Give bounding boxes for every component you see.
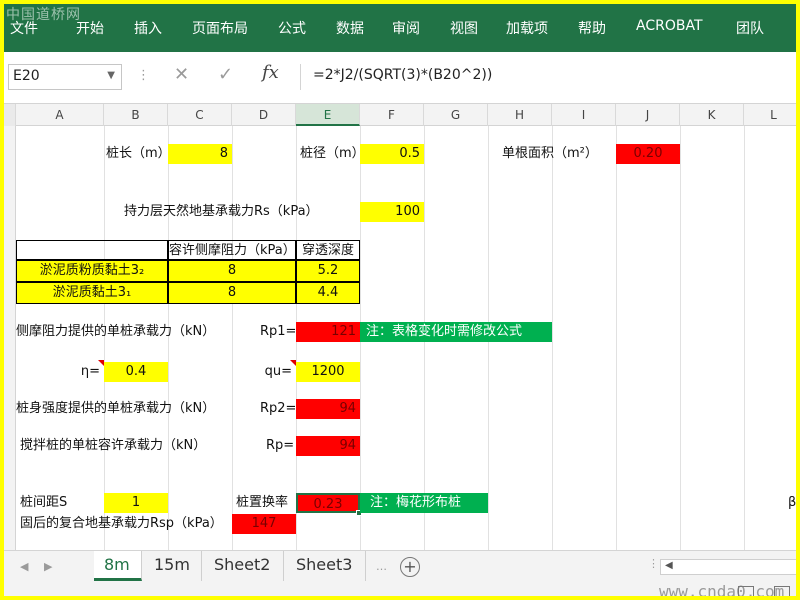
column-header-g[interactable]: G bbox=[424, 104, 488, 126]
sheet-tab-bar: ◀ ▶ 8m 15m Sheet2 Sheet3 … + ⋮ ◀ bbox=[4, 550, 796, 582]
add-sheet-button[interactable]: + bbox=[400, 557, 420, 577]
qu-value-cell[interactable]: 1200 bbox=[296, 362, 360, 382]
column-header: A B C D E F G H I J K L bbox=[4, 104, 796, 126]
rp2-description: 桩身强度提供的单桩承载力（kN） bbox=[16, 401, 216, 416]
rp-description: 搅拌桩的单桩容许承载力（kN） bbox=[20, 438, 207, 453]
normal-view-icon[interactable] bbox=[738, 586, 754, 596]
rsp-value-cell[interactable]: 147 bbox=[232, 514, 296, 534]
name-box[interactable]: E20 ▼ bbox=[8, 64, 122, 90]
page-layout-view-icon[interactable] bbox=[774, 586, 790, 596]
pile-diameter-label: 桩径（m） bbox=[300, 146, 365, 161]
bearing-rs-cell[interactable]: 100 bbox=[360, 202, 424, 222]
grid-line bbox=[232, 126, 233, 550]
bearing-rs-label: 持力层天然地基承载力Rs（kPa） bbox=[124, 204, 319, 219]
menu-team[interactable]: 团队 bbox=[736, 18, 764, 38]
soil1-friction-cell[interactable]: 8 bbox=[168, 260, 296, 282]
formula-bar-grip-icon: ⋮ bbox=[137, 68, 150, 83]
spacing-value-cell[interactable]: 1 bbox=[104, 493, 168, 513]
soil-table-corner[interactable] bbox=[16, 240, 168, 260]
note-table-change[interactable]: 注：表格变化时需修改公式 bbox=[360, 322, 552, 342]
sheet-tab-8m[interactable]: 8m bbox=[94, 551, 142, 581]
grid-line bbox=[616, 126, 617, 550]
menu-acrobat[interactable]: ACROBAT bbox=[636, 18, 703, 34]
splitter-grip-icon[interactable]: ⋮ bbox=[648, 557, 659, 570]
soil-friction-header[interactable]: 容许侧摩阻力（kPa） bbox=[168, 240, 296, 260]
tab-scroll-right-icon[interactable]: ▶ bbox=[44, 560, 52, 573]
scroll-left-icon[interactable]: ◀ bbox=[665, 560, 673, 571]
pile-diameter-cell[interactable]: 0.5 bbox=[360, 144, 424, 164]
menu-view[interactable]: 视图 bbox=[450, 18, 478, 38]
excel-window: 中国道桥网 文件 开始 插入 页面布局 公式 数据 审阅 视图 加载项 帮助 A… bbox=[0, 0, 800, 600]
select-all-corner[interactable] bbox=[4, 104, 16, 126]
note-plum-layout[interactable]: 注：梅花形布桩 bbox=[360, 493, 488, 513]
formula-input[interactable]: =2*J2/(SQRT(3)*(B20^2)) bbox=[300, 64, 796, 90]
sheet-tab-sheet3[interactable]: Sheet3 bbox=[286, 551, 366, 581]
insert-function-icon[interactable]: fx bbox=[262, 62, 279, 83]
eta-label: η= bbox=[80, 364, 100, 379]
single-area-cell[interactable]: 0.20 bbox=[616, 144, 680, 164]
rp2-value-cell[interactable]: 94 bbox=[296, 399, 360, 419]
rp-value-cell[interactable]: 94 bbox=[296, 436, 360, 456]
replacement-rate-cell[interactable]: 0.23 bbox=[296, 493, 360, 513]
column-header-d[interactable]: D bbox=[232, 104, 296, 126]
column-header-b[interactable]: B bbox=[104, 104, 168, 126]
soil2-name-cell[interactable]: 淤泥质黏土3₁ bbox=[16, 282, 168, 304]
single-area-label: 单根面积（m²） bbox=[502, 146, 598, 161]
soil1-depth-cell[interactable]: 5.2 bbox=[296, 260, 360, 282]
rp1-label: Rp1= bbox=[260, 324, 297, 339]
column-header-i[interactable]: I bbox=[552, 104, 616, 126]
column-header-h[interactable]: H bbox=[488, 104, 552, 126]
enter-check-icon[interactable]: ✓ bbox=[218, 64, 233, 85]
site-watermark: www.cnda0.com bbox=[659, 582, 785, 600]
cancel-icon[interactable]: ✕ bbox=[174, 64, 189, 85]
column-header-j[interactable]: J bbox=[616, 104, 680, 126]
menu-data[interactable]: 数据 bbox=[336, 18, 364, 38]
chevron-down-icon[interactable]: ▼ bbox=[107, 70, 115, 81]
rp1-value-cell[interactable]: 121 bbox=[296, 322, 360, 342]
soil1-name-cell[interactable]: 淤泥质粉质黏土3₂ bbox=[16, 260, 168, 282]
column-header-c[interactable]: C bbox=[168, 104, 232, 126]
column-header-a[interactable]: A bbox=[16, 104, 104, 126]
grid-line bbox=[552, 126, 553, 550]
grid-line bbox=[744, 126, 745, 550]
menu-help[interactable]: 帮助 bbox=[578, 18, 606, 38]
formula-bar: E20 ▼ ⋮ ✕ ✓ fx =2*J2/(SQRT(3)*(B20^2)) bbox=[4, 52, 796, 104]
soil-depth-header[interactable]: 穿透深度 bbox=[296, 240, 360, 260]
status-bar: www.cnda0.com bbox=[4, 582, 796, 600]
replacement-rate-label: 桩置换率 bbox=[236, 495, 289, 510]
menu-formulas[interactable]: 公式 bbox=[278, 18, 306, 38]
column-header-k[interactable]: K bbox=[680, 104, 744, 126]
menu-insert[interactable]: 插入 bbox=[134, 18, 162, 38]
more-sheets-icon[interactable]: … bbox=[376, 560, 387, 573]
spacing-label: 桩间距S bbox=[20, 495, 68, 510]
sheet-tab-15m[interactable]: 15m bbox=[144, 551, 202, 581]
ribbon-tabs: 中国道桥网 文件 开始 插入 页面布局 公式 数据 审阅 视图 加载项 帮助 A… bbox=[4, 4, 796, 52]
soil2-depth-cell[interactable]: 4.4 bbox=[296, 282, 360, 304]
row-header-strip[interactable] bbox=[4, 126, 16, 550]
pile-length-cell[interactable]: 8 bbox=[168, 144, 232, 164]
rp-label: Rp= bbox=[266, 438, 295, 453]
rp1-description: 侧摩阻力提供的单桩承载力（kN） bbox=[16, 324, 216, 339]
sheet-tab-sheet2[interactable]: Sheet2 bbox=[204, 551, 284, 581]
horizontal-scrollbar[interactable]: ◀ bbox=[660, 559, 796, 575]
menu-file[interactable]: 文件 bbox=[10, 18, 38, 38]
pile-length-label: 桩长（m） bbox=[106, 146, 171, 161]
name-box-value: E20 bbox=[13, 68, 40, 84]
menu-page-layout[interactable]: 页面布局 bbox=[192, 18, 248, 38]
grid-line bbox=[680, 126, 681, 550]
qu-label: qu= bbox=[264, 364, 292, 379]
menu-home[interactable]: 开始 bbox=[76, 18, 104, 38]
soil2-friction-cell[interactable]: 8 bbox=[168, 282, 296, 304]
rp2-label: Rp2= bbox=[260, 401, 297, 416]
rsp-label: 固后的复合地基承载力Rsp（kPa） bbox=[20, 516, 223, 531]
eta-value-cell[interactable]: 0.4 bbox=[104, 362, 168, 382]
tab-scroll-left-icon[interactable]: ◀ bbox=[20, 560, 28, 573]
beta-label: β= bbox=[788, 495, 797, 510]
menu-review[interactable]: 审阅 bbox=[392, 18, 420, 38]
column-header-f[interactable]: F bbox=[360, 104, 424, 126]
column-header-e[interactable]: E bbox=[296, 104, 360, 126]
worksheet-grid[interactable]: 桩长（m） 8 桩径（m） 0.5 单根面积（m²） 0.20 持力层天然地基承… bbox=[4, 126, 797, 550]
column-header-l[interactable]: L bbox=[744, 104, 796, 126]
menu-addins[interactable]: 加载项 bbox=[506, 18, 548, 38]
